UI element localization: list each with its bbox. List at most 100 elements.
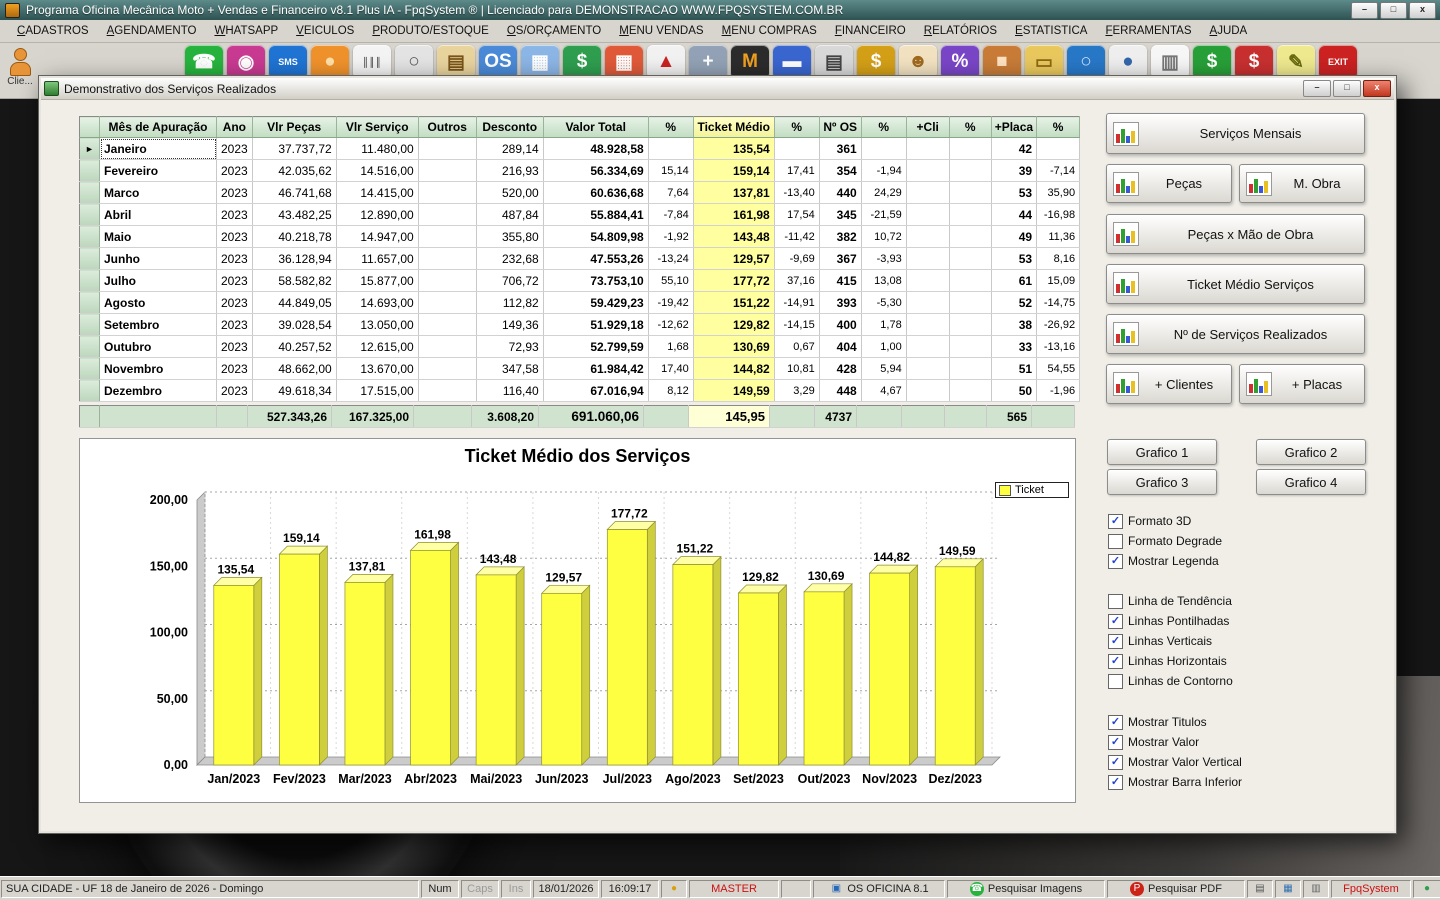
- cell[interactable]: [949, 159, 992, 182]
- cell[interactable]: [949, 181, 992, 204]
- cell[interactable]: 43.482,25: [252, 203, 337, 226]
- column-header-vlr-servi-o[interactable]: Vlr Serviço: [336, 116, 419, 138]
- cell[interactable]: [418, 137, 477, 160]
- cell[interactable]: 37.737,72: [252, 137, 337, 160]
- cell[interactable]: 14.947,00: [336, 225, 419, 248]
- column-header-pct[interactable]: %: [1036, 116, 1081, 138]
- cell[interactable]: Novembro: [99, 357, 217, 380]
- cell[interactable]: Outubro: [99, 335, 217, 358]
- cell[interactable]: [949, 269, 992, 292]
- cell[interactable]: [949, 357, 992, 380]
- button-clientes[interactable]: + Clientes: [1106, 364, 1232, 404]
- table-row-agosto[interactable]: Agosto 2023 44.849,05 14.693,00 112,82 59.429…: [79, 291, 1081, 314]
- cell[interactable]: 354: [819, 159, 862, 182]
- checkbox-mostrar-valor[interactable]: ✓ Mostrar Valor: [1108, 732, 1199, 752]
- cell[interactable]: 48.662,00: [252, 357, 337, 380]
- cell[interactable]: 37,16: [774, 269, 820, 292]
- cell[interactable]: Fevereiro: [99, 159, 217, 182]
- cell[interactable]: -7,14: [1036, 159, 1081, 182]
- cell[interactable]: [418, 269, 477, 292]
- cell[interactable]: [906, 357, 950, 380]
- column-header-outros[interactable]: Outros: [418, 116, 477, 138]
- cell[interactable]: 2023: [216, 379, 253, 402]
- checkbox-box[interactable]: ✓: [1108, 734, 1123, 750]
- cell[interactable]: 129,82: [693, 313, 775, 336]
- row-selector[interactable]: [79, 357, 100, 380]
- checkbox-box[interactable]: [1108, 593, 1123, 609]
- table-row-fevereiro[interactable]: Fevereiro 2023 42.035,62 14.516,00 216,93 56.…: [79, 159, 1081, 182]
- cell[interactable]: 144,82: [693, 357, 775, 380]
- button-pe-as[interactable]: Peças: [1106, 164, 1232, 203]
- status-search-images[interactable]: ☎ Pesquisar Imagens: [947, 879, 1105, 898]
- row-selector[interactable]: [79, 203, 100, 226]
- cell[interactable]: 11.480,00: [336, 137, 419, 160]
- column-header-ano[interactable]: Ano: [216, 116, 253, 138]
- button-grafico-2[interactable]: Grafico 2: [1256, 439, 1366, 465]
- cell[interactable]: [906, 159, 950, 182]
- menu-agendamento[interactable]: AGENDAMENTO: [98, 22, 206, 40]
- cell[interactable]: [418, 159, 477, 182]
- cell[interactable]: [949, 335, 992, 358]
- row-selector[interactable]: [79, 225, 100, 248]
- cell[interactable]: 355,80: [476, 225, 544, 248]
- cell[interactable]: 54.809,98: [543, 225, 649, 248]
- cell[interactable]: 177,72: [693, 269, 775, 292]
- cell[interactable]: 59.429,23: [543, 291, 649, 314]
- maximize-button[interactable]: □: [1380, 2, 1407, 19]
- cell[interactable]: [906, 137, 950, 160]
- button-grafico-1[interactable]: Grafico 1: [1107, 439, 1217, 465]
- cell[interactable]: 149,59: [693, 379, 775, 402]
- cell[interactable]: -1,92: [648, 225, 694, 248]
- menu-financeiro[interactable]: FINANCEIRO: [826, 22, 915, 40]
- menu-menu-vendas[interactable]: MENU VENDAS: [610, 22, 712, 40]
- row-selector[interactable]: [79, 335, 100, 358]
- cell[interactable]: [949, 291, 992, 314]
- cell[interactable]: 137,81: [693, 181, 775, 204]
- column-header-vlr-pe-as[interactable]: Vlr Peças: [252, 116, 337, 138]
- column-header-valor-total[interactable]: Valor Total: [543, 116, 649, 138]
- checkbox-box[interactable]: ✓: [1108, 553, 1123, 569]
- clock-icon[interactable]: ●: [1109, 45, 1147, 79]
- exit-icon[interactable]: EXIT: [1319, 45, 1357, 79]
- cell[interactable]: 129,57: [693, 247, 775, 270]
- checkbox-linha-de-tend-ncia[interactable]: Linha de Tendência: [1108, 591, 1232, 611]
- checkbox-linhas-de-contorno[interactable]: Linhas de Contorno: [1108, 671, 1233, 691]
- checkbox-mostrar-legenda[interactable]: ✓ Mostrar Legenda: [1108, 551, 1219, 571]
- row-selector[interactable]: [79, 313, 100, 336]
- cell[interactable]: [906, 269, 950, 292]
- cell[interactable]: [906, 335, 950, 358]
- cell[interactable]: 487,84: [476, 203, 544, 226]
- cell[interactable]: -16,98: [1036, 203, 1081, 226]
- cell[interactable]: [906, 379, 950, 402]
- folder-icon[interactable]: ▭: [1025, 45, 1063, 79]
- dollar-red-icon[interactable]: $: [1235, 45, 1273, 79]
- column-header-m-s-de-apura-o[interactable]: Mês de Apuração: [99, 116, 217, 138]
- cell[interactable]: 61.984,42: [543, 357, 649, 380]
- table-row-janeiro[interactable]: ► Janeiro 2023 37.737,72 11.480,00 289,14 48.9…: [79, 137, 1081, 160]
- cell[interactable]: 17,54: [774, 203, 820, 226]
- cell[interactable]: 54,55: [1036, 357, 1081, 380]
- cell[interactable]: [861, 137, 907, 160]
- button-pe-as-x-m-o-de-obra[interactable]: Peças x Mão de Obra: [1106, 214, 1365, 254]
- close-button[interactable]: x: [1409, 2, 1436, 19]
- cell[interactable]: 51.929,18: [543, 313, 649, 336]
- cell[interactable]: 55,10: [648, 269, 694, 292]
- cell[interactable]: 216,93: [476, 159, 544, 182]
- cell[interactable]: 10,81: [774, 357, 820, 380]
- clipboard-icon[interactable]: ▤: [437, 45, 475, 79]
- cell[interactable]: 2023: [216, 181, 253, 204]
- column-header-cli[interactable]: +Cli: [906, 116, 950, 138]
- cell[interactable]: 51: [991, 357, 1038, 380]
- cell[interactable]: 36.128,94: [252, 247, 337, 270]
- checkbox-mostrar-barra-inferior[interactable]: ✓ Mostrar Barra Inferior: [1108, 772, 1242, 792]
- clients-toolbar-button[interactable]: Clie...: [2, 44, 38, 96]
- row-selector[interactable]: [79, 269, 100, 292]
- checkbox-box[interactable]: [1108, 673, 1123, 689]
- status-search-pdf[interactable]: P Pesquisar PDF: [1107, 879, 1245, 898]
- cell[interactable]: 15.877,00: [336, 269, 419, 292]
- cell[interactable]: 13.670,00: [336, 357, 419, 380]
- cell[interactable]: 130,69: [693, 335, 775, 358]
- status-app-name[interactable]: ▣ OS OFICINA 8.1: [813, 879, 945, 898]
- sms-icon[interactable]: SMS: [269, 45, 307, 79]
- card-icon[interactable]: ▬: [773, 45, 811, 79]
